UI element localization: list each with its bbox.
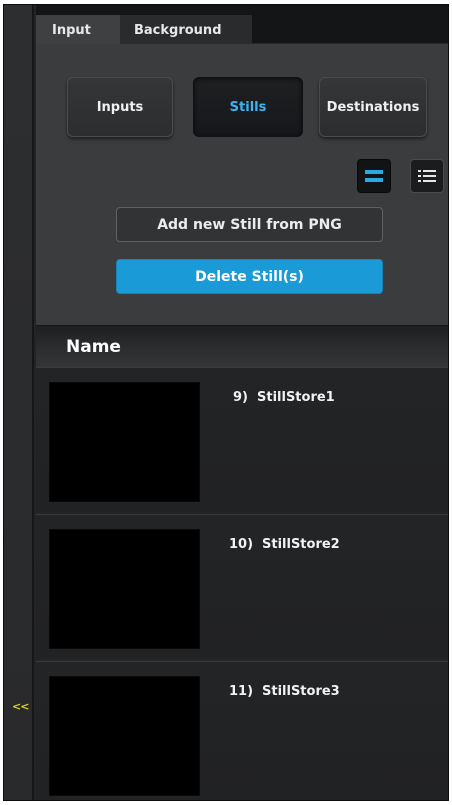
table-row[interactable]: 9) StillStore1 <box>36 367 448 512</box>
table-row[interactable]: 11) StillStore3 <box>36 661 448 800</box>
delete-stills-button[interactable]: Delete Still(s) <box>116 259 383 294</box>
left-rail: << <box>4 5 34 800</box>
table-header: Name <box>36 325 448 367</box>
row-name: StillStore1 <box>257 390 335 405</box>
destinations-button[interactable]: Destinations <box>319 77 427 137</box>
row-name: StillStore2 <box>262 537 340 552</box>
thumbnail-view-toggle[interactable] <box>357 159 391 193</box>
tab-input[interactable]: Input <box>36 15 120 44</box>
tab-bar: Input Background <box>36 5 448 44</box>
row-name: StillStore3 <box>262 684 340 699</box>
controls-area: Inputs Stills Destinations Add new Still… <box>36 44 448 325</box>
input-panel: Input Background Inputs Stills Destinati… <box>36 5 448 800</box>
collapse-panel-button[interactable]: << <box>12 700 29 713</box>
column-header-name[interactable]: Name <box>66 337 121 357</box>
inputs-button[interactable]: Inputs <box>67 77 173 137</box>
row-index: 9) <box>233 390 248 405</box>
table-row[interactable]: 10) StillStore2 <box>36 514 448 659</box>
tab-background[interactable]: Background <box>120 15 252 44</box>
still-thumbnail <box>49 382 200 502</box>
list-view-icon <box>418 170 436 182</box>
add-still-from-png-button[interactable]: Add new Still from PNG <box>116 207 383 242</box>
list-view-toggle[interactable] <box>410 159 444 193</box>
still-thumbnail <box>49 529 200 649</box>
row-index: 10) <box>229 537 254 552</box>
stills-window: << Input Background Inputs Stills Destin… <box>3 4 449 801</box>
stills-button[interactable]: Stills <box>193 77 303 137</box>
still-thumbnail <box>49 676 200 796</box>
row-index: 11) <box>229 684 254 699</box>
thumbnail-view-icon <box>365 170 383 182</box>
